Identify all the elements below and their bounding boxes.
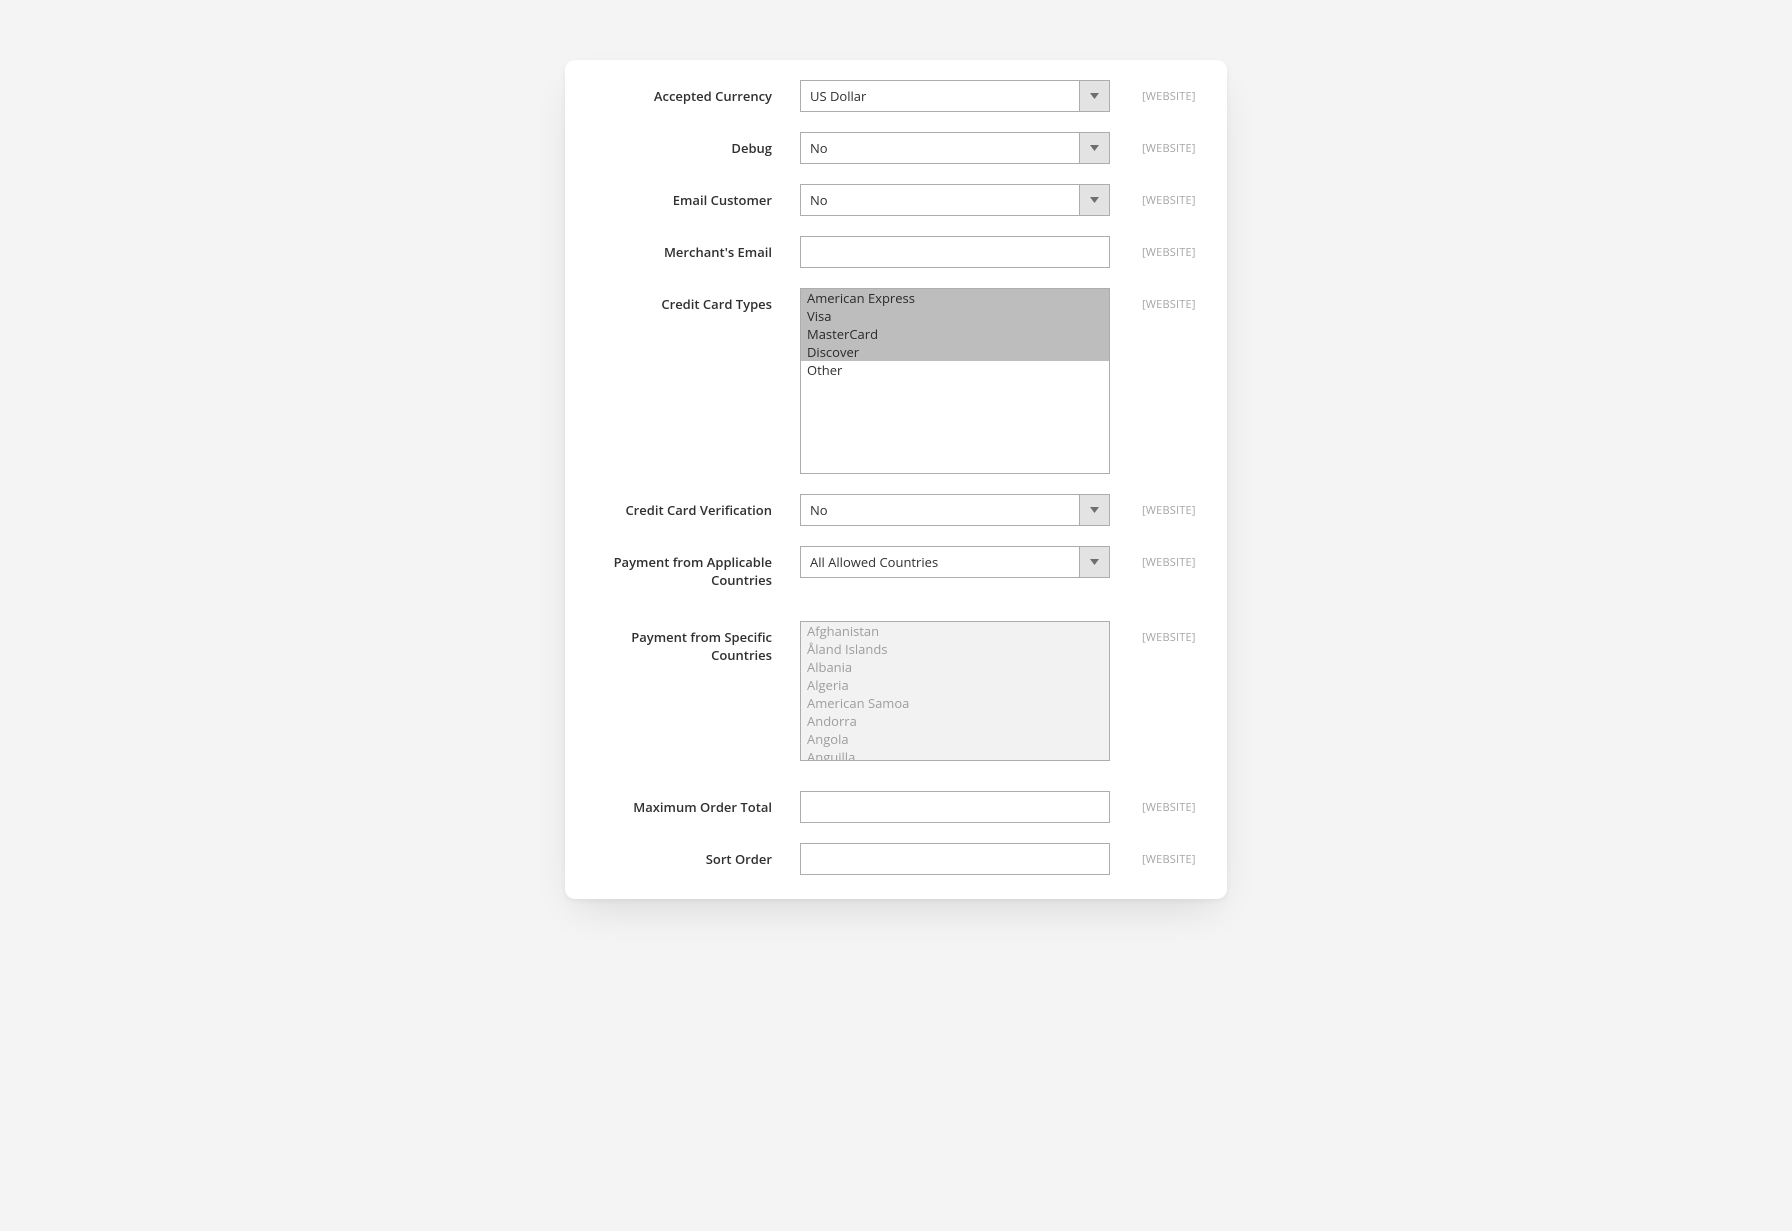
label-applicable-countries: Payment from Applicable Countries [577,546,800,589]
country-option: Algeria [801,676,1109,694]
cc-verification-select[interactable]: No [800,494,1110,526]
specific-countries-listbox: AfghanistanÅland IslandsAlbaniaAlgeriaAm… [800,621,1110,761]
cc-verification-value: No [810,501,828,519]
label-sort-order: Sort Order [577,843,800,868]
cc-type-option[interactable]: Other [801,361,1109,379]
chevron-down-icon [1079,547,1109,577]
chevron-down-icon [1079,81,1109,111]
cc-types-listbox[interactable]: American ExpressVisaMasterCardDiscoverOt… [800,288,1110,474]
label-specific-countries: Payment from Specific Countries [577,621,800,664]
scope-label: [WEBSITE] [1110,236,1215,260]
row-specific-countries: Payment from Specific Countries Afghanis… [565,599,1227,771]
applicable-countries-select[interactable]: All Allowed Countries [800,546,1110,578]
settings-panel: Accepted Currency US Dollar [WEBSITE] De… [565,60,1227,899]
cc-type-option[interactable]: Visa [801,307,1109,325]
scope-label: [WEBSITE] [1110,621,1215,645]
scope-label: [WEBSITE] [1110,494,1215,518]
label-email-customer: Email Customer [577,184,800,209]
label-cc-verification: Credit Card Verification [577,494,800,519]
scope-label: [WEBSITE] [1110,546,1215,570]
label-debug: Debug [577,132,800,157]
label-cc-types: Credit Card Types [577,288,800,313]
scope-label: [WEBSITE] [1110,843,1215,867]
email-customer-value: No [810,191,828,209]
label-max-order-total: Maximum Order Total [577,791,800,816]
sort-order-input[interactable] [800,843,1110,875]
debug-select[interactable]: No [800,132,1110,164]
label-accepted-currency: Accepted Currency [577,80,800,105]
row-applicable-countries: Payment from Applicable Countries All Al… [565,536,1227,599]
max-order-total-input[interactable] [800,791,1110,823]
row-cc-types: Credit Card Types American ExpressVisaMa… [565,278,1227,484]
row-merchant-email: Merchant's Email [WEBSITE] [565,226,1227,278]
scope-label: [WEBSITE] [1110,791,1215,815]
merchant-email-input[interactable] [800,236,1110,268]
accepted-currency-value: US Dollar [810,87,866,105]
cc-type-option[interactable]: American Express [801,289,1109,307]
chevron-down-icon [1079,133,1109,163]
country-option: Anguilla [801,748,1109,761]
cc-type-option[interactable]: Discover [801,343,1109,361]
scope-label: [WEBSITE] [1110,288,1215,312]
chevron-down-icon [1079,495,1109,525]
scope-label: [WEBSITE] [1110,132,1215,156]
row-debug: Debug No [WEBSITE] [565,122,1227,174]
country-option: Andorra [801,712,1109,730]
row-email-customer: Email Customer No [WEBSITE] [565,174,1227,226]
country-option: Afghanistan [801,622,1109,640]
scope-label: [WEBSITE] [1110,184,1215,208]
country-option: Albania [801,658,1109,676]
applicable-countries-value: All Allowed Countries [810,553,938,571]
row-sort-order: Sort Order [WEBSITE] [565,833,1227,885]
email-customer-select[interactable]: No [800,184,1110,216]
row-cc-verification: Credit Card Verification No [WEBSITE] [565,484,1227,536]
row-max-order-total: Maximum Order Total [WEBSITE] [565,771,1227,833]
country-option: Angola [801,730,1109,748]
country-option: Åland Islands [801,640,1109,658]
scope-label: [WEBSITE] [1110,80,1215,104]
chevron-down-icon [1079,185,1109,215]
cc-type-option[interactable]: MasterCard [801,325,1109,343]
label-merchant-email: Merchant's Email [577,236,800,261]
country-option: American Samoa [801,694,1109,712]
row-accepted-currency: Accepted Currency US Dollar [WEBSITE] [565,70,1227,122]
accepted-currency-select[interactable]: US Dollar [800,80,1110,112]
debug-value: No [810,139,828,157]
